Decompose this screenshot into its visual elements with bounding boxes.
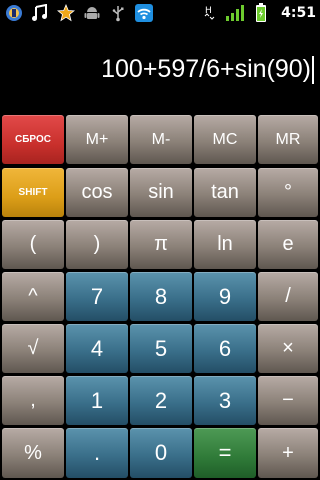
shift-button[interactable]: SHIFT — [2, 168, 64, 217]
divide-button[interactable]: / — [258, 272, 318, 321]
percent-button[interactable]: % — [2, 428, 64, 478]
pi-button[interactable]: π — [130, 220, 192, 269]
expression-text: 100+597/6+sin(90) — [101, 55, 314, 85]
power-button[interactable]: ^ — [2, 272, 64, 321]
sin-button[interactable]: sin — [130, 168, 192, 217]
app-icon — [4, 3, 24, 23]
comma-button[interactable]: , — [2, 376, 64, 425]
digit-0-button[interactable]: 0 — [130, 428, 192, 478]
plus-button[interactable]: + — [258, 428, 318, 478]
wifi-icon — [134, 3, 154, 23]
signal-icon — [225, 3, 245, 23]
digit-2-button[interactable]: 2 — [130, 376, 192, 425]
memory-clear-button[interactable]: MC — [194, 115, 256, 164]
digit-9-button[interactable]: 9 — [194, 272, 256, 321]
star-icon — [56, 3, 76, 23]
digit-6-button[interactable]: 6 — [194, 324, 256, 373]
digit-1-button[interactable]: 1 — [66, 376, 128, 425]
status-icons-right: H 4:51 — [199, 2, 316, 23]
memory-subtract-button[interactable]: M- — [130, 115, 192, 164]
digit-4-button[interactable]: 4 — [66, 324, 128, 373]
degree-button[interactable]: ° — [258, 168, 318, 217]
equals-button[interactable]: = — [194, 428, 256, 478]
status-bar: H 4:51 — [0, 0, 320, 25]
music-icon — [30, 3, 50, 23]
cos-button[interactable]: cos — [66, 168, 128, 217]
status-time: 4:51 — [281, 4, 316, 21]
text-cursor — [312, 56, 314, 85]
usb-icon — [108, 3, 128, 23]
ln-button[interactable]: ln — [194, 220, 256, 269]
reset-button[interactable]: СБРОС — [2, 115, 64, 164]
expression-value: 100+597/6+sin(90) — [101, 55, 311, 83]
close-paren-button[interactable]: ) — [66, 220, 128, 269]
tan-button[interactable]: tan — [194, 168, 256, 217]
digit-3-button[interactable]: 3 — [194, 376, 256, 425]
memory-add-button[interactable]: M+ — [66, 115, 128, 164]
digit-8-button[interactable]: 8 — [130, 272, 192, 321]
status-icons-left — [4, 2, 154, 23]
keypad: СБРОС M+ M- MC MR SHIFT cos sin tan ° ( … — [0, 113, 320, 480]
e-button[interactable]: e — [258, 220, 318, 269]
digit-7-button[interactable]: 7 — [66, 272, 128, 321]
android-icon — [82, 3, 102, 23]
battery-icon — [251, 2, 271, 23]
memory-recall-button[interactable]: MR — [258, 115, 318, 164]
sqrt-button[interactable]: √ — [2, 324, 64, 373]
minus-button[interactable]: − — [258, 376, 318, 425]
calculator-display[interactable]: 100+597/6+sin(90) — [0, 25, 320, 113]
network-h-icon: H — [199, 3, 219, 23]
multiply-button[interactable]: × — [258, 324, 318, 373]
open-paren-button[interactable]: ( — [2, 220, 64, 269]
digit-5-button[interactable]: 5 — [130, 324, 192, 373]
decimal-point-button[interactable]: . — [66, 428, 128, 478]
